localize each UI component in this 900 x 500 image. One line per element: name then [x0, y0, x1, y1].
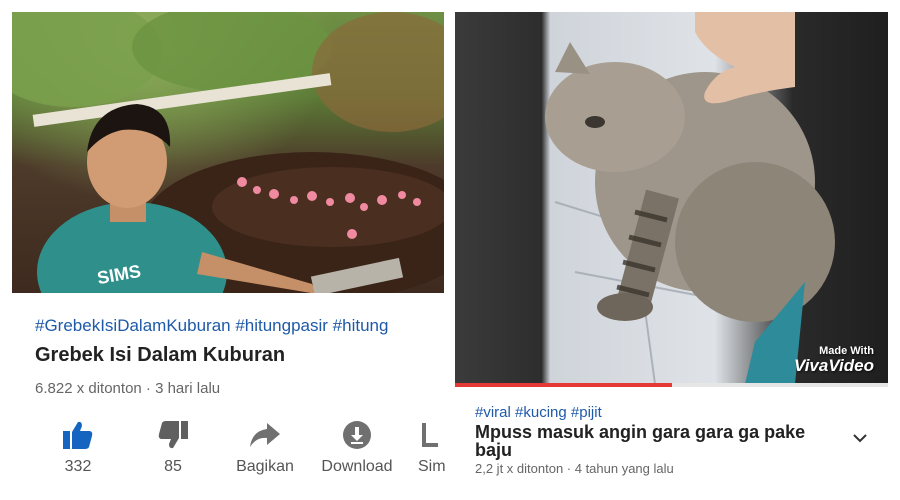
thumbs-down-icon [143, 418, 203, 452]
video-hashtags[interactable]: #GrebekIsiDalamKuburan #hitungpasir #hit… [35, 316, 445, 336]
thumbs-up-icon [48, 418, 108, 452]
video-title: Mpuss masuk angin gara gara ga pake baju [475, 422, 806, 460]
video-thumbnail-cat[interactable]: Made With VivaVideo [455, 12, 888, 384]
video-progress-fill [455, 383, 672, 387]
share-label: Bagikan [236, 458, 294, 475]
video-title: Grebek Isi Dalam Kuburan [35, 344, 286, 366]
video-hashtags[interactable]: #viral #kucing #pijit [475, 404, 602, 421]
dislike-button[interactable]: 85 [143, 418, 203, 476]
vivavideo-watermark: Made With VivaVideo [794, 346, 874, 375]
dislike-count: 85 [164, 458, 182, 475]
download-icon [317, 418, 397, 452]
share-icon [230, 418, 300, 452]
save-icon [418, 418, 450, 452]
download-label: Download [321, 458, 393, 475]
watermark-bottom: VivaVideo [794, 356, 874, 375]
like-count: 332 [64, 458, 92, 475]
video-meta: 6.822 x ditonton · 3 hari lalu [35, 380, 221, 397]
download-button[interactable]: Download [317, 418, 397, 476]
chevron-down-icon[interactable] [850, 428, 870, 448]
video-thumbnail-grave[interactable]: SIMS [12, 12, 444, 293]
save-label: Sim [418, 458, 446, 475]
share-button[interactable]: Bagikan [230, 418, 300, 476]
left-video-card: SIMS #GrebekIsiDalamKuburan #hitungpasir… [0, 0, 450, 500]
like-button[interactable]: 332 [48, 418, 108, 476]
thumbnail-scene-cat [545, 12, 835, 384]
right-video-card: Made With VivaVideo #viral #kucing #piji… [455, 0, 900, 500]
thumbnail-scene: SIMS [12, 12, 444, 293]
video-meta: 2,2 jt x ditonton · 4 tahun yang lalu [475, 461, 674, 476]
save-button[interactable]: Sim [418, 418, 450, 476]
action-bar: 332 85 Bagikan Download Sim [30, 418, 450, 488]
